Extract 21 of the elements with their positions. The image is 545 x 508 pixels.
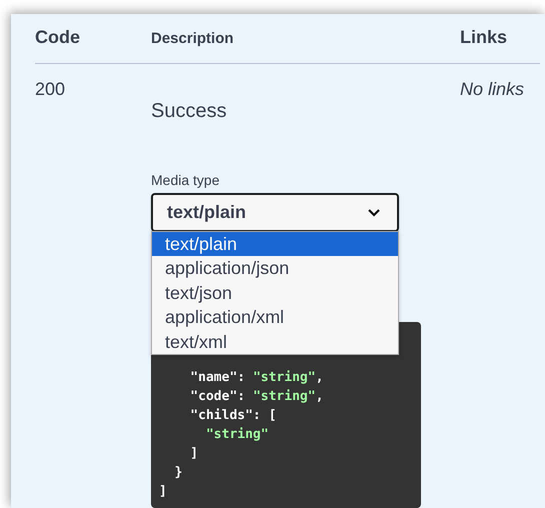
code-line: ] bbox=[159, 483, 168, 501]
media-type-label: Media type bbox=[151, 172, 220, 188]
dropdown-option[interactable]: text/json bbox=[152, 280, 398, 306]
status-code: 200 bbox=[35, 79, 66, 99]
dropdown-option[interactable]: text/plain bbox=[152, 232, 398, 256]
dropdown-option[interactable]: application/json bbox=[152, 256, 398, 281]
column-header: Links bbox=[460, 27, 508, 48]
column-header: Description bbox=[151, 30, 234, 47]
dropdown-option[interactable]: application/xml bbox=[152, 305, 398, 330]
code-line: "name": "string", bbox=[189, 369, 324, 387]
column-header: Code bbox=[35, 27, 80, 48]
code-line: "code": "string", bbox=[189, 388, 324, 406]
dropdown-option[interactable]: text/xml bbox=[152, 330, 398, 354]
chevron-down-icon bbox=[367, 208, 381, 217]
code-line: "string" bbox=[204, 426, 270, 444]
links-text: No links bbox=[460, 79, 524, 99]
code-line: ] bbox=[189, 445, 200, 463]
code-line: } bbox=[174, 464, 184, 482]
media-type-select[interactable]: text/plain bbox=[151, 193, 399, 232]
code-line: "childs": [ bbox=[189, 407, 278, 425]
response-description: Success bbox=[151, 100, 227, 122]
